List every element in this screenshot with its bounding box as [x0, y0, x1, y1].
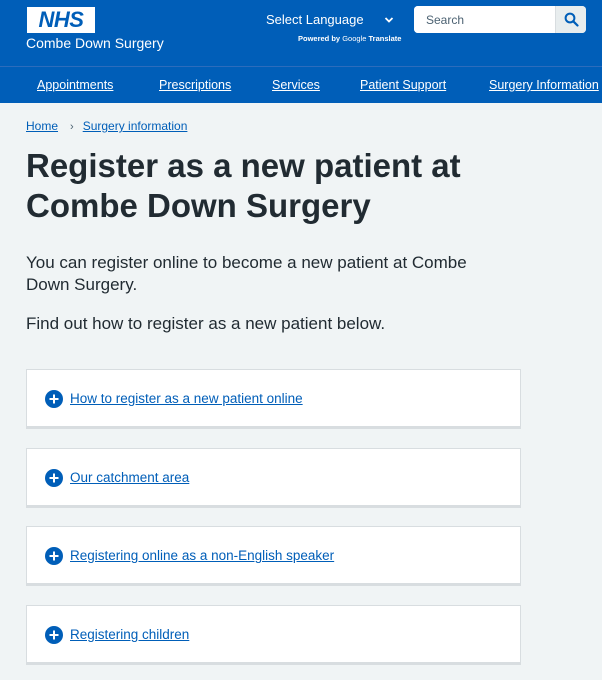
nav-item-appointments[interactable]: Appointments — [37, 78, 113, 93]
breadcrumb-surgery-information[interactable]: Surgery information — [83, 119, 188, 133]
details-summary[interactable]: How to register as a new patient online — [70, 390, 303, 408]
chevron-right-icon: › — [70, 121, 74, 133]
search-icon — [564, 12, 579, 27]
breadcrumb: Home › Surgery information — [26, 119, 187, 134]
details-summary[interactable]: Registering children — [70, 626, 189, 644]
plus-circle-icon — [45, 469, 63, 487]
language-select[interactable]: Select Language — [266, 12, 398, 30]
page-title: Register as a new patient at Combe Down … — [26, 147, 461, 224]
powered-by-text: Powered by — [298, 34, 341, 43]
nav-item-prescriptions[interactable]: Prescriptions — [159, 78, 231, 93]
intro-text: Find out how to register as a new patien… — [26, 314, 386, 333]
details-summary[interactable]: Registering online as a non-English spea… — [70, 547, 334, 565]
search-button[interactable] — [555, 6, 586, 33]
plus-circle-icon — [45, 390, 63, 408]
google-wordmark: Google — [342, 34, 367, 43]
site-header: NHS Combe Down Surgery Select Language P… — [0, 0, 602, 66]
details-how-to-register[interactable]: How to register as a new patient online — [26, 369, 521, 429]
plus-circle-icon — [45, 547, 63, 565]
chevron-down-icon — [384, 17, 394, 23]
nav-item-surgery-information[interactable]: Surgery Information — [489, 78, 599, 93]
language-select-label: Select Language — [266, 12, 364, 27]
powered-by-google-translate: Powered by Google Translate — [298, 34, 401, 43]
details-catchment-area[interactable]: Our catchment area — [26, 448, 521, 508]
details-registering-children[interactable]: Registering children — [26, 605, 521, 665]
search-form — [414, 6, 586, 33]
translate-text: Translate — [368, 34, 402, 43]
plus-circle-icon — [45, 626, 63, 644]
details-non-english-speaker[interactable]: Registering online as a non-English spea… — [26, 526, 521, 586]
search-input[interactable] — [414, 6, 555, 33]
practice-name[interactable]: Combe Down Surgery — [26, 35, 164, 51]
lede-text: You can register online to become a new … — [26, 253, 467, 294]
nav-item-patient-support[interactable]: Patient Support — [360, 78, 446, 93]
details-summary[interactable]: Our catchment area — [70, 469, 189, 487]
primary-nav: Appointments Prescriptions Services Pati… — [0, 66, 602, 103]
breadcrumb-home[interactable]: Home — [26, 119, 58, 133]
nhs-logo[interactable]: NHS — [27, 7, 95, 33]
nav-item-services[interactable]: Services — [272, 78, 320, 93]
